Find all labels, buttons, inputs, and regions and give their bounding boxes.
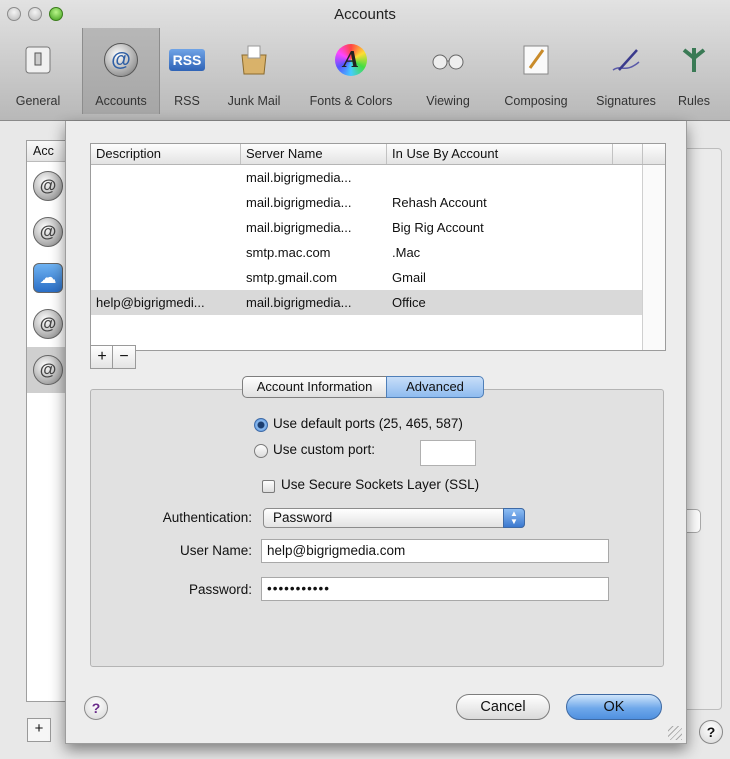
toolbar-general[interactable]: General (0, 28, 76, 114)
general-switch-icon (20, 42, 56, 78)
column-header-description[interactable]: Description (91, 144, 241, 164)
table-header: Description Server Name In Use By Accoun… (91, 144, 665, 165)
custom-port-radio[interactable] (254, 444, 268, 458)
table-row[interactable]: mail.bigrigmedia... (91, 165, 665, 190)
mail-account-icon: @ (33, 355, 63, 385)
password-field[interactable]: ••••••••••• (261, 577, 609, 601)
toolbar-rules[interactable]: Rules (668, 28, 720, 114)
cancel-button[interactable]: Cancel (456, 694, 550, 720)
remove-server-button[interactable]: − (112, 345, 136, 369)
at-sign-icon: @ (103, 42, 139, 78)
popup-arrows-icon: ▲ ▼ (503, 508, 525, 528)
smtp-server-list-sheet: Description Server Name In Use By Accoun… (65, 121, 687, 744)
table-row[interactable]: smtp.gmail.com Gmail (91, 265, 665, 290)
toolbar-junk-mail[interactable]: Junk Mail (216, 28, 292, 114)
toolbar-composing[interactable]: Composing (486, 28, 586, 114)
toolbar-signatures[interactable]: Signatures (586, 28, 666, 114)
window-title: Accounts (334, 6, 396, 23)
ssl-label: Use Secure Sockets Layer (SSL) (281, 477, 480, 492)
ssl-checkbox[interactable] (262, 480, 275, 493)
column-header-server-name[interactable]: Server Name (241, 144, 387, 164)
column-header-in-use-by[interactable]: In Use By Account (387, 144, 613, 164)
toolbar-fonts-colors[interactable]: A Fonts & Colors (296, 28, 406, 114)
glasses-icon (430, 42, 466, 78)
rules-icon (676, 42, 712, 78)
mail-account-icon: @ (33, 309, 63, 339)
column-header-spacer (613, 144, 643, 164)
table-row[interactable]: mail.bigrigmedia... Rehash Account (91, 190, 665, 215)
tab-account-information[interactable]: Account Information (242, 376, 387, 398)
toolbar-viewing[interactable]: Viewing (410, 28, 486, 114)
table-row[interactable]: mail.bigrigmedia... Big Rig Account (91, 215, 665, 240)
fonts-colors-icon: A (333, 42, 369, 78)
ok-button[interactable]: OK (566, 694, 662, 720)
default-ports-radio[interactable] (254, 418, 268, 432)
mac-cloud-icon: ☁ (33, 263, 63, 293)
authentication-label: Authentication: (162, 510, 252, 525)
tab-advanced[interactable]: Advanced (386, 376, 484, 398)
smtp-server-table[interactable]: Description Server Name In Use By Accoun… (90, 143, 666, 351)
add-server-button[interactable]: + (90, 345, 114, 369)
default-ports-label: Use default ports (25, 465, 587) (273, 416, 463, 431)
user-name-field[interactable]: help@bigrigmedia.com (261, 539, 609, 563)
pen-icon (608, 42, 644, 78)
table-scrollbar[interactable] (642, 165, 665, 350)
authentication-popup[interactable]: Password ▲ ▼ (263, 508, 525, 528)
window-titlebar: Accounts General @ Accounts RSS RSS Junk… (0, 0, 730, 121)
table-row-selected[interactable]: help@bigrigmedi... mail.bigrigmedia... O… (91, 290, 665, 315)
custom-port-label: Use custom port: (273, 442, 376, 457)
resize-grip-icon[interactable] (668, 726, 682, 740)
help-button[interactable]: ? (84, 696, 108, 720)
mail-account-icon: @ (33, 217, 63, 247)
authentication-value: Password (273, 510, 333, 525)
preferences-toolbar: General @ Accounts RSS RSS Junk Mail A F… (0, 28, 730, 116)
mail-account-icon: @ (33, 171, 63, 201)
toolbar-rss[interactable]: RSS RSS (162, 28, 212, 114)
table-row[interactable]: smtp.mac.com .Mac (91, 240, 665, 265)
window-help-button[interactable]: ? (699, 720, 723, 744)
custom-port-input[interactable] (420, 440, 476, 466)
pencil-paper-icon (518, 42, 554, 78)
toolbar-accounts[interactable]: @ Accounts (82, 28, 160, 114)
rss-icon: RSS (169, 42, 205, 78)
junk-mail-icon (236, 42, 272, 78)
user-name-label: User Name: (179, 543, 252, 558)
add-account-button[interactable]: + (27, 718, 51, 742)
password-label: Password: (188, 582, 252, 597)
